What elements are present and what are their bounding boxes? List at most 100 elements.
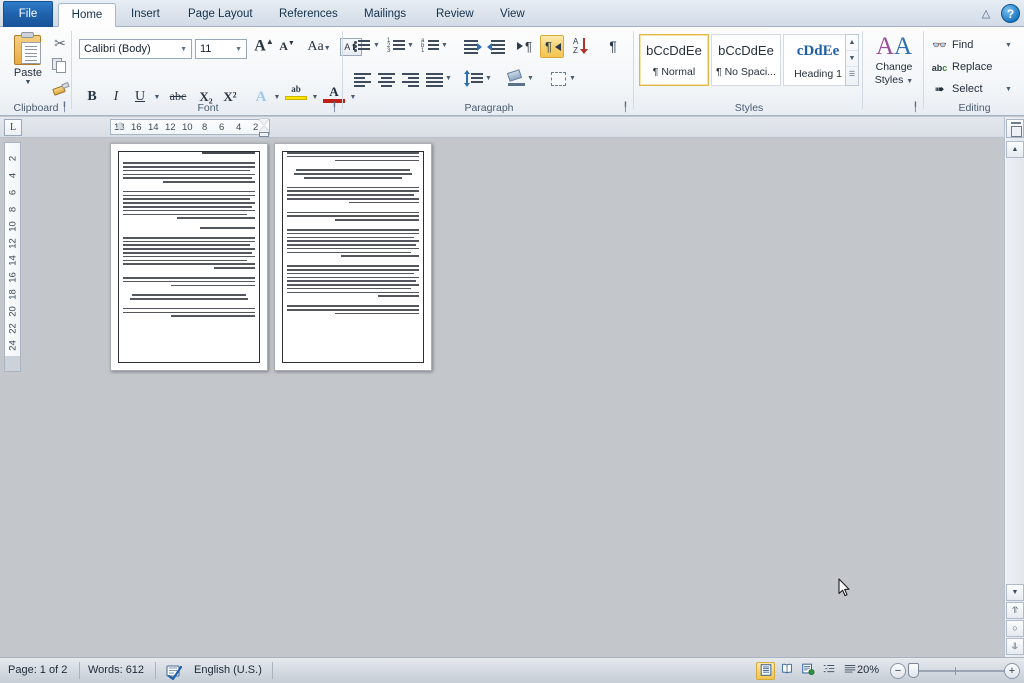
format-painter-button[interactable]	[50, 81, 70, 104]
paragraph-dialog-launcher[interactable]: ╿	[620, 102, 631, 113]
highlight-dropdown-icon[interactable]: ▼	[309, 93, 321, 101]
style-heading-1[interactable]: cDdEe Heading 1	[783, 34, 853, 86]
first-line-indent-marker[interactable]	[259, 119, 269, 125]
align-center-button[interactable]	[376, 69, 398, 91]
tab-insert[interactable]: Insert	[120, 3, 171, 27]
text-effects-dropdown-icon[interactable]: ▼	[271, 93, 283, 101]
left-to-right-text-button[interactable]: ¶	[516, 36, 538, 58]
select-button[interactable]: ➠ Select ▼	[929, 80, 1021, 101]
change-styles-button[interactable]: AA Change Styles ▼	[867, 33, 921, 88]
right-to-left-text-button[interactable]: ¶	[540, 35, 564, 58]
next-page-button[interactable]: ⥥	[1006, 638, 1024, 655]
proofing-errors-icon[interactable]	[165, 662, 183, 681]
style-normal[interactable]: bCcDdEe ¶ Normal	[639, 34, 709, 86]
tab-stop-marker[interactable]	[116, 122, 124, 129]
horizontal-ruler[interactable]: 18 16 14 12 10 8 6 4 2	[0, 117, 1004, 138]
shading-dropdown-icon[interactable]: ▼	[527, 75, 534, 82]
split-window-icon[interactable]	[1006, 119, 1024, 138]
tab-home[interactable]: Home	[58, 3, 116, 27]
text-line	[123, 276, 255, 279]
vertical-scrollbar[interactable]: ▲ ▼ ⥣ ○ ⥥	[1004, 117, 1024, 657]
shading-button[interactable]	[506, 69, 528, 91]
numbering-dropdown-icon[interactable]: ▼	[407, 42, 414, 49]
view-outline-button[interactable]	[819, 662, 838, 680]
align-right-button[interactable]	[400, 69, 422, 91]
shrink-font-button[interactable]: A▼	[276, 39, 298, 54]
ruler-track[interactable]: 18 16 14 12 10 8 6 4 2	[110, 119, 270, 137]
increase-indent-button[interactable]	[486, 36, 508, 58]
tab-page-layout[interactable]: Page Layout	[177, 3, 264, 27]
multilevel-list-button[interactable]: ab1	[420, 36, 442, 58]
underline-dropdown-icon[interactable]: ▼	[151, 93, 163, 101]
tab-view[interactable]: View	[489, 3, 536, 27]
chevron-down-icon[interactable]: ▼	[906, 78, 913, 85]
change-case-button[interactable]: Aa▼	[304, 39, 334, 55]
justify-dropdown-icon[interactable]: ▼	[445, 75, 452, 82]
language-indicator[interactable]: English (U.S.)	[194, 664, 262, 676]
font-size-input[interactable]: 11 ▼	[195, 39, 247, 59]
text-line	[123, 202, 255, 204]
zoom-slider-track[interactable]	[908, 670, 1006, 672]
align-left-button[interactable]	[352, 69, 374, 91]
show-formatting-marks-button[interactable]: ¶	[602, 36, 624, 58]
paste-button[interactable]: Paste ▼	[7, 32, 49, 86]
tab-references[interactable]: References	[268, 3, 349, 27]
justify-button[interactable]	[424, 69, 446, 91]
document-page-1[interactable]	[110, 143, 268, 371]
help-icon[interactable]: ?	[1001, 4, 1020, 23]
tab-mailings[interactable]: Mailings	[353, 3, 417, 27]
zoom-level-label[interactable]: 20%	[857, 664, 879, 676]
select-browse-object-button[interactable]: ○	[1006, 620, 1024, 637]
text-highlight-button[interactable]: ab	[285, 85, 307, 100]
find-button[interactable]: 👓 Find ▼	[929, 36, 1021, 57]
decrease-indent-button[interactable]	[462, 36, 484, 58]
zoom-in-button[interactable]: +	[1004, 663, 1020, 679]
styles-scroll-down-button[interactable]: ▼	[846, 51, 858, 67]
borders-button[interactable]	[548, 69, 570, 91]
document-canvas[interactable]	[22, 139, 1004, 657]
multilevel-dropdown-icon[interactable]: ▼	[441, 42, 448, 49]
document-page-2[interactable]	[274, 143, 432, 371]
line-spacing-dropdown-icon[interactable]: ▼	[485, 75, 492, 82]
vertical-ruler[interactable]: 2 4 6 8 10 12 14 16 18 20 22 24	[4, 142, 21, 372]
tab-stop-selector-button[interactable]: L	[4, 119, 22, 136]
tab-review[interactable]: Review	[425, 3, 485, 27]
bullets-button[interactable]	[352, 36, 374, 58]
bullets-dropdown-icon[interactable]: ▼	[373, 42, 380, 49]
view-web-layout-button[interactable]	[798, 662, 817, 680]
scroll-down-button[interactable]: ▼	[1006, 584, 1024, 601]
text-line	[123, 169, 250, 172]
page-indicator[interactable]: Page: 1 of 2	[8, 664, 67, 676]
chevron-down-icon[interactable]: ▼	[235, 46, 242, 53]
borders-dropdown-icon[interactable]: ▼	[569, 75, 576, 82]
view-full-screen-reading-button[interactable]	[777, 662, 796, 680]
left-indent-marker[interactable]	[259, 132, 269, 137]
clipboard-dialog-launcher[interactable]: ╿	[59, 102, 70, 113]
replace-button[interactable]: abc Replace	[929, 58, 1021, 79]
styles-more-button[interactable]: ☰	[846, 67, 858, 83]
select-dropdown-icon[interactable]: ▼	[1005, 86, 1012, 93]
zoom-out-button[interactable]: −	[890, 663, 906, 679]
zoom-slider-thumb[interactable]	[908, 663, 919, 678]
view-print-layout-button[interactable]	[756, 662, 775, 680]
indent-markers[interactable]	[258, 119, 270, 137]
copy-button[interactable]	[50, 58, 70, 80]
grow-font-button[interactable]: A▲	[253, 37, 275, 55]
minimize-ribbon-icon[interactable]: △	[977, 5, 995, 23]
font-dialog-launcher[interactable]: ╿	[329, 102, 340, 113]
sort-button[interactable]: AZ	[572, 36, 594, 58]
cut-button[interactable]: ✂	[50, 33, 70, 55]
numbering-button[interactable]: 123	[386, 36, 408, 58]
word-count[interactable]: Words: 612	[88, 664, 144, 676]
chevron-down-icon[interactable]: ▼	[180, 46, 187, 53]
tab-file[interactable]: File	[3, 1, 53, 27]
previous-page-button[interactable]: ⥣	[1006, 602, 1024, 619]
styles-scroll-up-button[interactable]: ▲	[846, 35, 858, 51]
styles-dialog-launcher[interactable]: ╿	[910, 102, 921, 113]
line-spacing-button[interactable]	[464, 69, 486, 91]
scroll-up-button[interactable]: ▲	[1006, 141, 1024, 158]
font-name-input[interactable]: Calibri (Body) ▼	[79, 39, 192, 59]
find-dropdown-icon[interactable]: ▼	[1005, 42, 1012, 49]
paste-dropdown-icon[interactable]: ▼	[7, 79, 49, 86]
style-no-spacing[interactable]: bCcDdEe ¶ No Spaci...	[711, 34, 781, 86]
